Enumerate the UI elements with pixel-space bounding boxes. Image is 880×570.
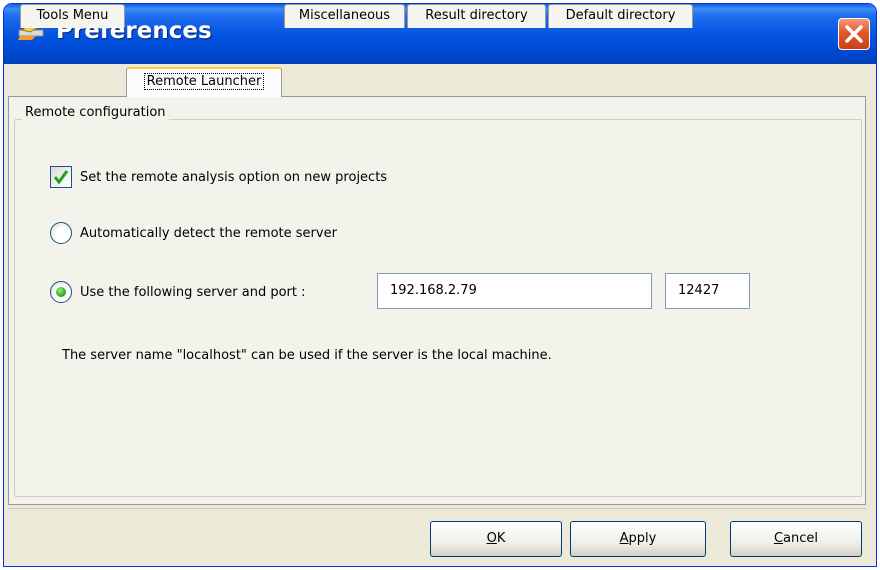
ok-mnemonic: O [486,531,497,546]
checkbox-label[interactable]: Set the remote analysis option on new pr… [80,170,387,185]
tab-miscellaneous[interactable]: Miscellaneous [284,4,405,28]
cancel-button[interactable]: Cancel [730,521,862,557]
tab-remote-launcher[interactable]: Remote Launcher [126,67,282,97]
cancel-label: ancel [783,531,819,546]
apply-label: pply [628,531,657,546]
group-title: Remote configuration [22,105,169,120]
close-icon [845,25,863,43]
radio-selected-dot [56,287,66,297]
tab-label: Default directory [565,8,676,23]
radio-auto-label[interactable]: Automatically detect the remote server [80,226,337,241]
apply-button[interactable]: Apply [570,521,706,557]
tab-label: Result directory [425,8,528,23]
localhost-hint: The server name "localhost" can be used … [62,348,552,363]
footer-separator [8,508,866,509]
tab-tools-menu[interactable]: Tools Menu [20,4,125,28]
tab-label: Remote Launcher [143,73,265,90]
close-button[interactable] [838,18,870,50]
tab-result-directory[interactable]: Result directory [407,4,546,28]
tab-label: Tools Menu [36,8,109,23]
radio-auto-detect[interactable] [50,222,72,244]
check-icon [53,170,69,185]
radio-manual-server[interactable] [50,281,72,303]
apply-mnemonic: A [619,531,629,546]
port-input[interactable]: 12427 [665,273,750,309]
cancel-mnemonic: C [773,531,784,546]
server-input[interactable]: 192.168.2.79 [377,273,652,309]
ok-label: K [496,531,506,546]
tab-label: Miscellaneous [298,8,391,23]
ok-button[interactable]: OK [430,521,562,557]
remote-analysis-checkbox[interactable] [50,166,72,188]
radio-manual-label[interactable]: Use the following server and port : [80,285,306,300]
tab-default-directory[interactable]: Default directory [548,4,693,28]
